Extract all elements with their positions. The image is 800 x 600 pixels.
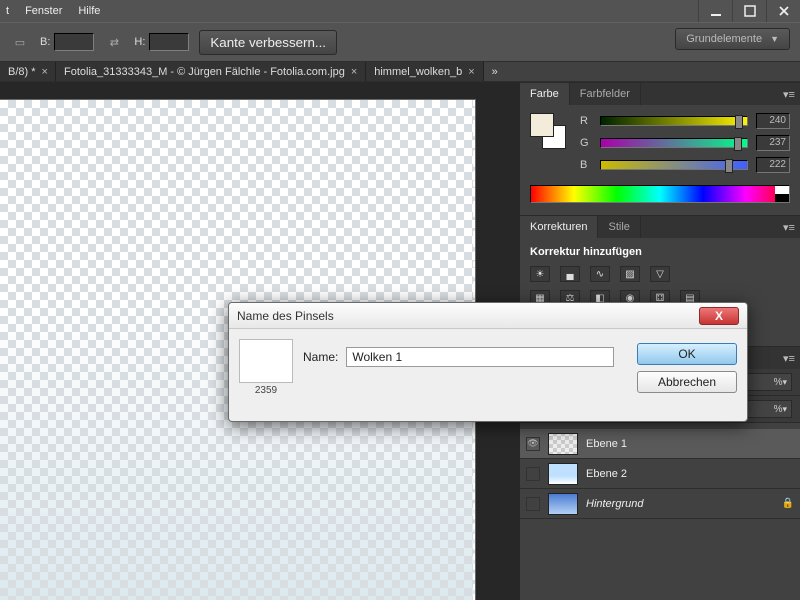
b-value[interactable]: 222	[756, 157, 790, 173]
color-swatches[interactable]	[530, 113, 570, 153]
add-adjustment-label: Korrektur hinzufügen	[530, 246, 790, 258]
height-label: H:	[134, 36, 145, 48]
chevron-down-icon: ▼	[770, 34, 779, 44]
curves-icon[interactable]: ∿	[590, 266, 610, 282]
brush-size-label: 2359	[239, 385, 293, 396]
visibility-toggle[interactable]	[526, 497, 540, 511]
vibrance-icon[interactable]: ▽	[650, 266, 670, 282]
layer-name[interactable]: Hintergrund	[586, 498, 774, 510]
brush-name-dialog: Name des Pinsels X 2359 Name: OK Abbrech…	[228, 302, 748, 422]
dialog-title-label: Name des Pinsels	[237, 309, 334, 323]
layer-row[interactable]: Hintergrund 🔒	[520, 489, 800, 519]
width-field[interactable]	[54, 33, 94, 51]
tab-korrekturen[interactable]: Korrekturen	[520, 216, 598, 238]
layer-name[interactable]: Ebene 2	[586, 468, 794, 480]
b-label: B	[580, 159, 592, 171]
fg-swatch[interactable]	[530, 113, 554, 137]
close-icon[interactable]: ×	[42, 66, 48, 78]
tabs-overflow[interactable]: »	[484, 62, 506, 81]
layer-thumb[interactable]	[548, 433, 578, 455]
doc-tab-label: B/8) *	[8, 66, 36, 78]
cancel-button[interactable]: Abbrechen	[637, 371, 737, 393]
r-label: R	[580, 115, 592, 127]
brush-preview: 2359	[239, 339, 293, 396]
document-tabs: B/8) * × Fotolia_31333343_M - © Jürgen F…	[0, 62, 800, 82]
tab-farbe[interactable]: Farbe	[520, 83, 570, 105]
g-value[interactable]: 237	[756, 135, 790, 151]
brush-thumb	[239, 339, 293, 383]
close-icon[interactable]: ×	[351, 66, 357, 78]
color-panel: Farbe Farbfelder ▾≡ R 240 G 237	[520, 82, 800, 215]
ok-button[interactable]: OK	[637, 343, 737, 365]
b-slider[interactable]	[600, 160, 748, 170]
options-bar: ▭ B: ⇄ H: Kante verbessern... Grundeleme…	[0, 22, 800, 62]
r-value[interactable]: 240	[756, 113, 790, 129]
doc-tab-0[interactable]: B/8) * ×	[0, 62, 56, 81]
layer-row[interactable]: 👁 Ebene 1	[520, 429, 800, 459]
panel-menu-icon[interactable]: ▾≡	[778, 347, 800, 369]
dialog-close-button[interactable]: X	[699, 307, 739, 325]
exposure-icon[interactable]: ▨	[620, 266, 640, 282]
tab-stile[interactable]: Stile	[598, 216, 640, 238]
workspace-label: Grundelemente	[686, 33, 762, 45]
ratio-icon[interactable]: ▭	[10, 32, 30, 52]
visibility-toggle[interactable]: 👁	[526, 437, 540, 451]
workspace-dropdown[interactable]: Grundelemente ▼	[675, 28, 790, 50]
close-button[interactable]	[766, 0, 800, 22]
swap-icon[interactable]: ⇄	[104, 32, 124, 52]
g-slider[interactable]	[600, 138, 748, 148]
layer-thumb[interactable]	[548, 493, 578, 515]
height-field[interactable]	[149, 33, 189, 51]
refine-edge-button[interactable]: Kante verbessern...	[199, 30, 337, 55]
doc-tab-1[interactable]: Fotolia_31333343_M - © Jürgen Fälchle - …	[56, 62, 366, 81]
name-label: Name:	[303, 350, 338, 364]
r-slider[interactable]	[600, 116, 748, 126]
brightness-icon[interactable]: ☀	[530, 266, 550, 282]
dialog-titlebar[interactable]: Name des Pinsels X	[229, 303, 747, 329]
layer-thumb[interactable]	[548, 463, 578, 485]
maximize-button[interactable]	[732, 0, 766, 22]
main-menubar: t Fenster Hilfe	[0, 0, 800, 22]
layer-name[interactable]: Ebene 1	[586, 438, 794, 450]
menu-trunc[interactable]: t	[6, 5, 9, 17]
brush-name-input[interactable]	[346, 347, 614, 367]
menu-hilfe[interactable]: Hilfe	[78, 5, 100, 17]
doc-tab-label: Fotolia_31333343_M - © Jürgen Fälchle - …	[64, 66, 345, 78]
width-label: B:	[40, 36, 50, 48]
levels-icon[interactable]: ▄	[560, 266, 580, 282]
visibility-toggle[interactable]	[526, 467, 540, 481]
doc-tab-label: himmel_wolken_b	[374, 66, 462, 78]
lock-icon: 🔒	[782, 498, 794, 509]
minimize-button[interactable]	[698, 0, 732, 22]
doc-tab-2[interactable]: himmel_wolken_b ×	[366, 62, 483, 81]
panel-menu-icon[interactable]: ▾≡	[778, 216, 800, 238]
close-icon[interactable]: ×	[468, 66, 474, 78]
menu-fenster[interactable]: Fenster	[25, 5, 62, 17]
spectrum-picker[interactable]	[530, 185, 790, 203]
tab-farbfelder[interactable]: Farbfelder	[570, 83, 641, 105]
window-controls	[698, 0, 800, 22]
panel-menu-icon[interactable]: ▾≡	[778, 83, 800, 105]
layer-row[interactable]: Ebene 2	[520, 459, 800, 489]
g-label: G	[580, 137, 592, 149]
